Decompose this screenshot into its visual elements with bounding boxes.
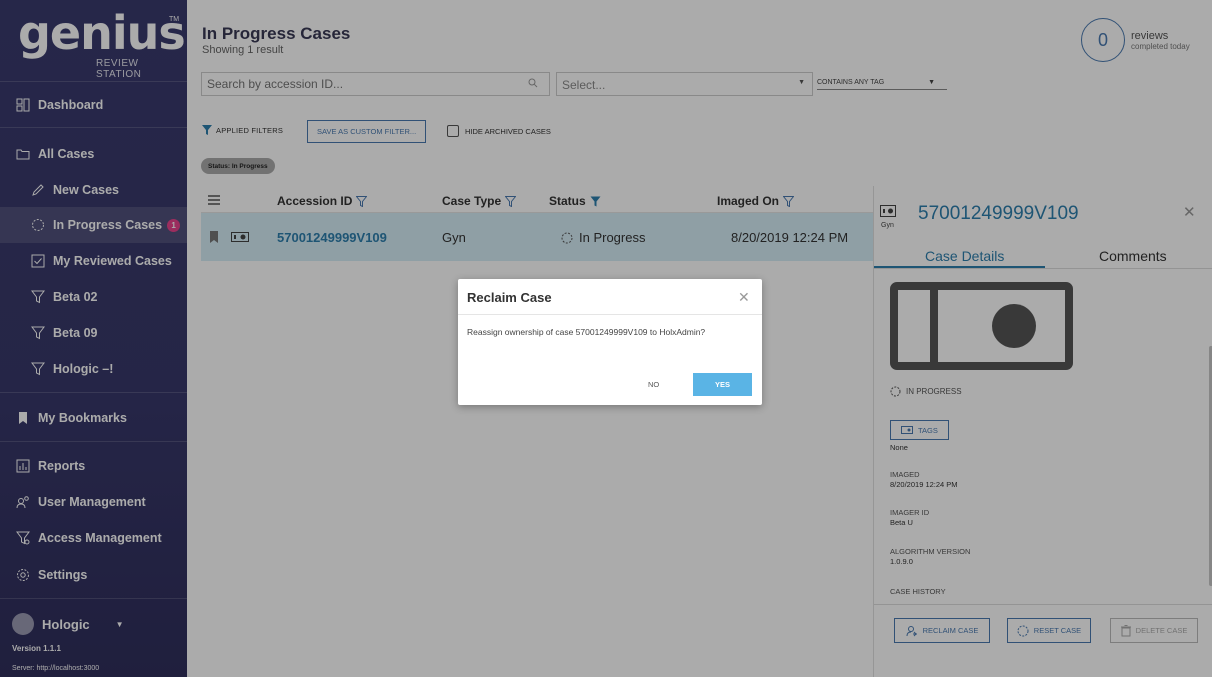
close-icon[interactable]: ✕ [738, 289, 750, 306]
no-button[interactable]: NO [648, 380, 659, 389]
dialog-message: Reassign ownership of case 57001249999V1… [467, 327, 706, 337]
yes-button[interactable]: YES [693, 373, 752, 396]
dialog-divider [458, 314, 762, 315]
dialog-title: Reclaim Case [467, 290, 552, 305]
reclaim-case-dialog: Reclaim Case ✕ Reassign ownership of cas… [458, 279, 762, 405]
